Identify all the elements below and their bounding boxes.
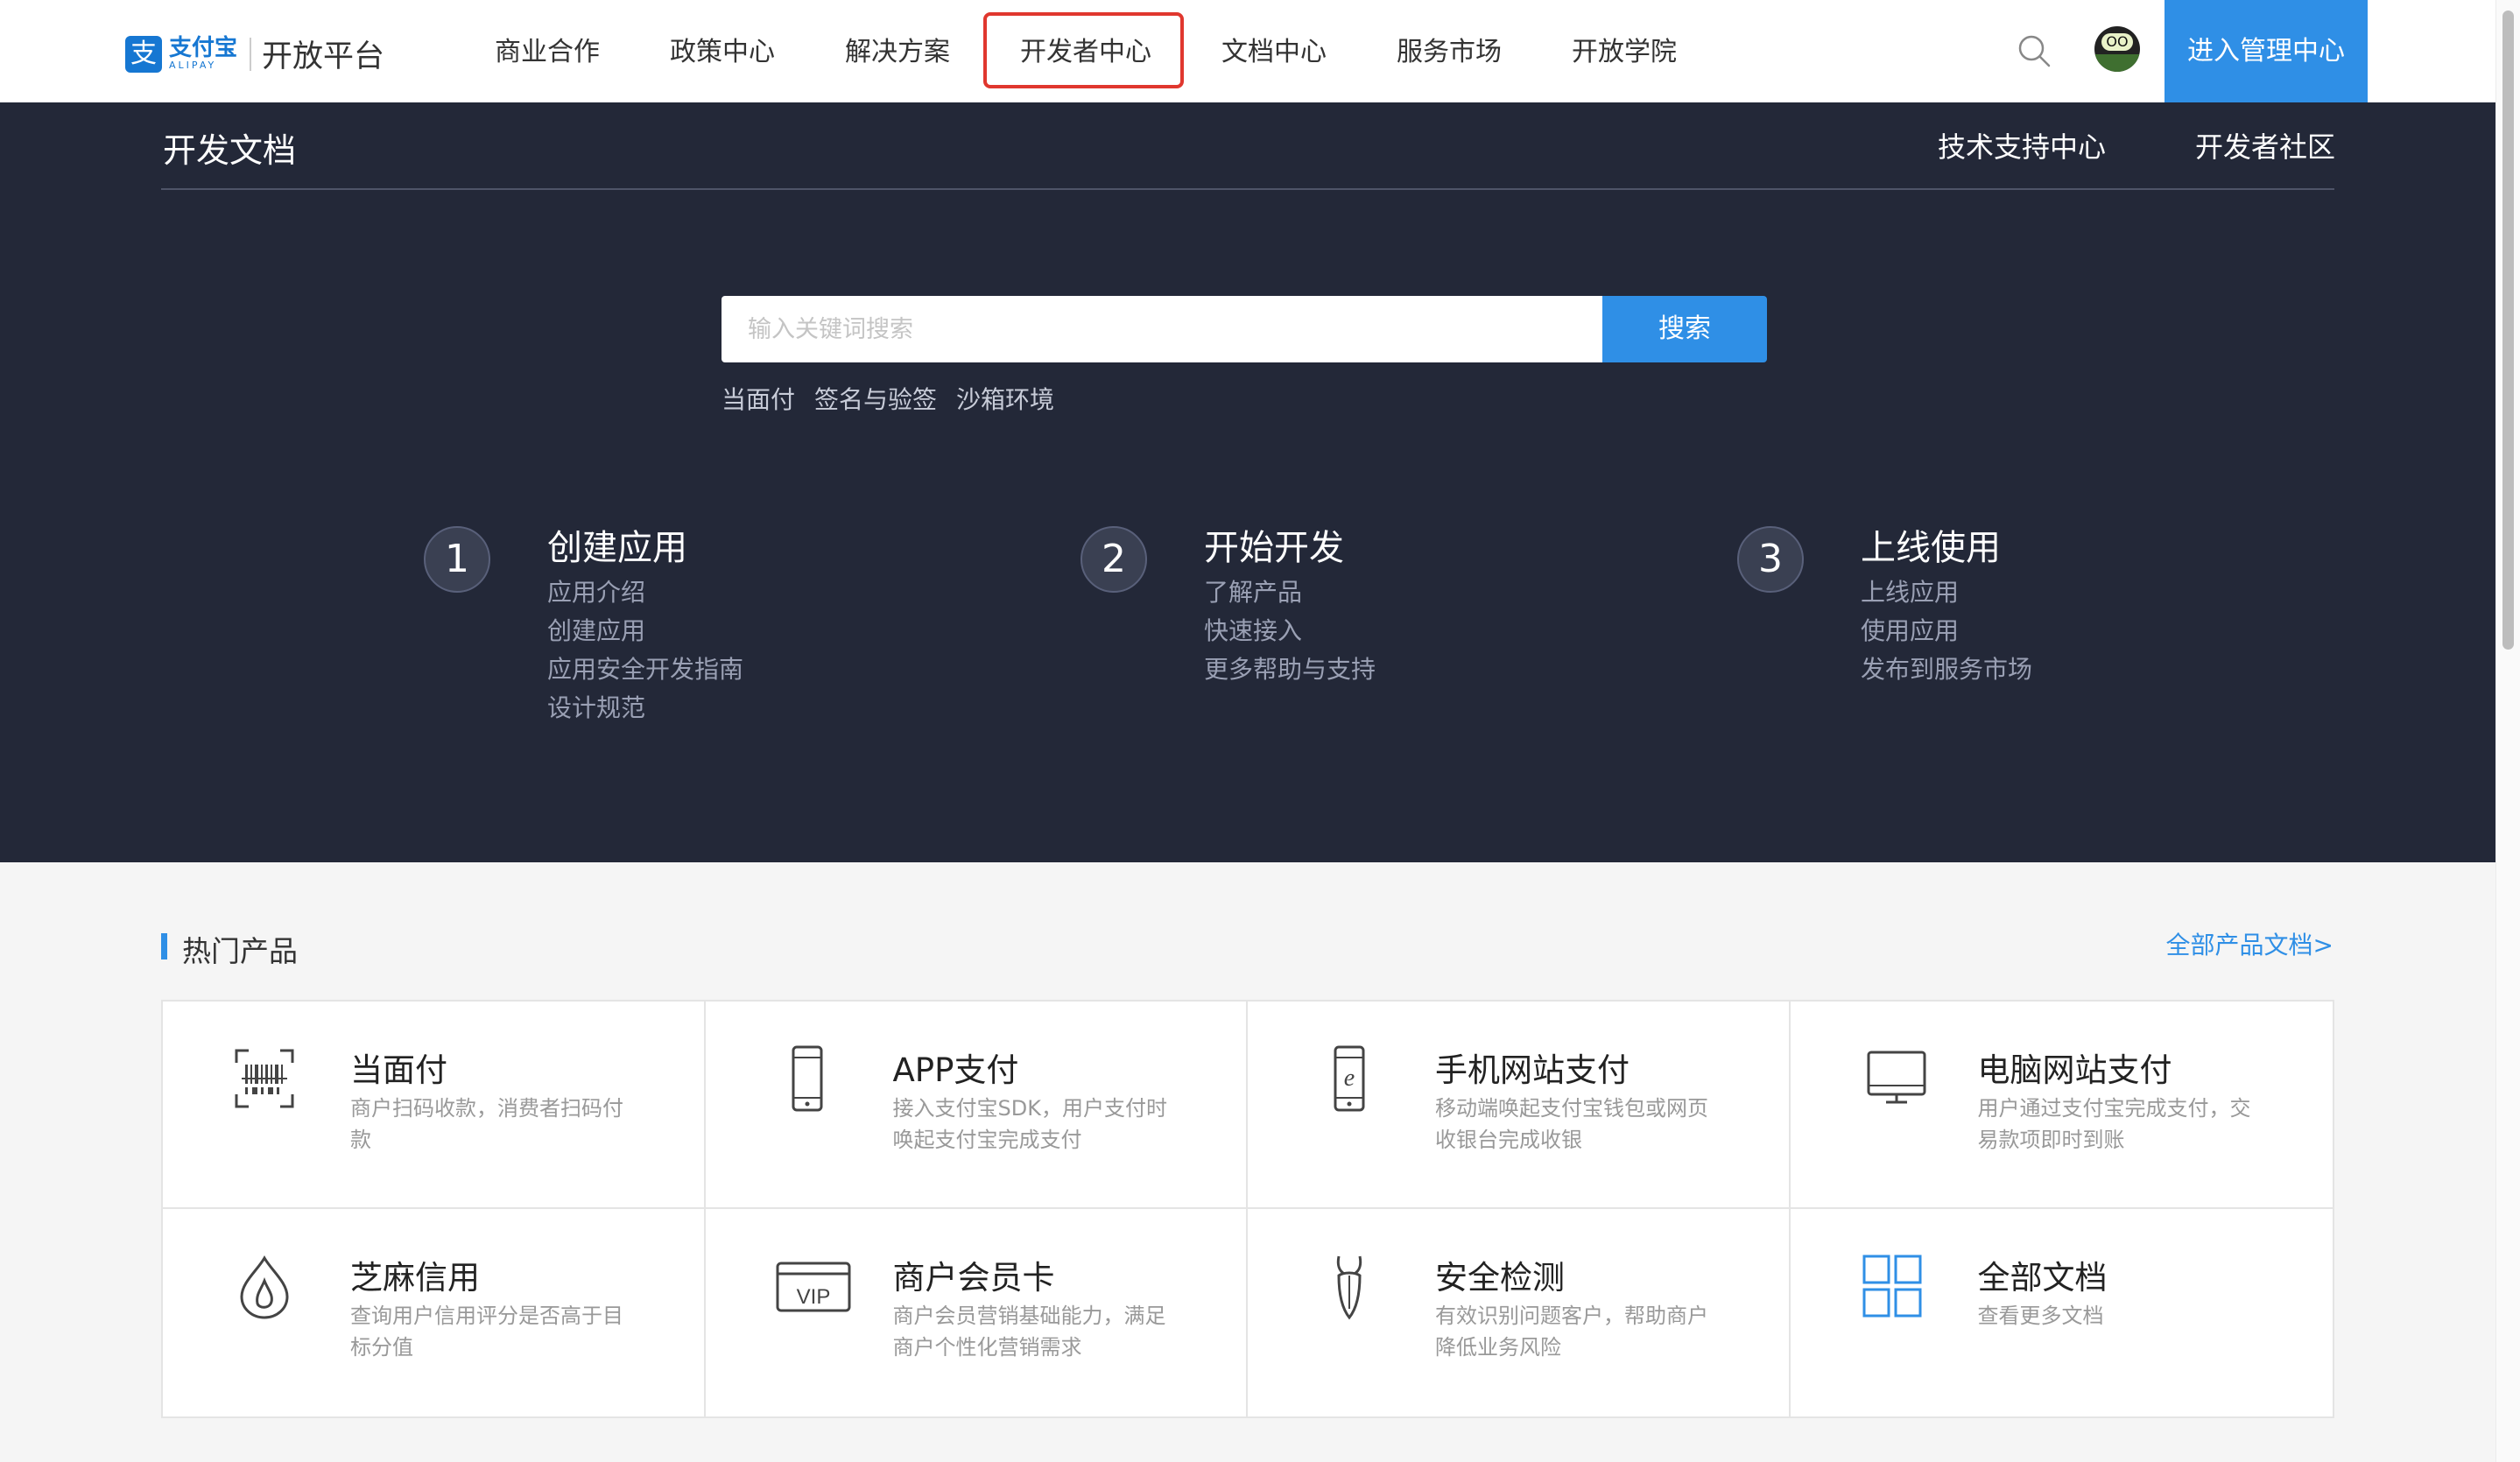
product-desc: 用户通过支付宝完成支付，交易款项即时到账	[1977, 1096, 2251, 1152]
nav-docs-center[interactable]: 文档中心	[1221, 30, 1327, 68]
search-icon[interactable]	[2017, 33, 2052, 68]
product-card-security-check[interactable]: 安全检测 有效识别问题客户，帮助商户降低业务风险	[1248, 1209, 1791, 1416]
product-card-app-pay[interactable]: APP支付 接入支付宝SDK，用户支付时唤起支付宝完成支付	[705, 1002, 1248, 1209]
nav-service-market[interactable]: 服务市场	[1397, 30, 1502, 68]
step-number: 1	[424, 526, 490, 593]
product-card-mobile-web-pay[interactable]: e 手机网站支付 移动端唤起支付宝钱包或网页收银台完成收银	[1248, 1002, 1791, 1209]
product-desc: 有效识别问题客户，帮助商户降低业务风险	[1435, 1304, 1708, 1360]
step-links: 应用介绍 创建应用 应用安全开发指南 设计规范	[547, 573, 743, 727]
user-avatar[interactable]: OO	[2094, 26, 2140, 72]
avatar-glyph: OO	[2101, 33, 2133, 51]
product-card-face-to-face[interactable]: 当面付 商户扫码收款，消费者扫码付款	[163, 1002, 706, 1209]
top-navbar: 支 支付宝 ALIPAY 开放平台 商业合作 政策中心 解决方案 开发者中心 文…	[0, 0, 2495, 102]
desktop-monitor-icon	[1867, 1051, 1925, 1104]
product-title: 当面付	[350, 1051, 447, 1089]
step-link[interactable]: 应用安全开发指南	[547, 650, 743, 689]
security-bug-icon	[1336, 1255, 1362, 1320]
tag-sandbox[interactable]: 沙箱环境	[956, 381, 1054, 416]
product-title: 手机网站支付	[1435, 1051, 1630, 1089]
step-link[interactable]: 更多帮助与支持	[1204, 650, 1376, 689]
product-title: 商户会员卡	[892, 1259, 1055, 1297]
all-product-docs-link[interactable]: 全部产品文档>	[2166, 926, 2333, 961]
docs-hero: 开发文档 技术支持中心 开发者社区 搜索 当面付 签名与验签 沙箱环境 1 创建…	[0, 102, 2495, 862]
nav-developer-center[interactable]: 开发者中心	[1020, 30, 1151, 68]
search-button[interactable]: 搜索	[1602, 296, 1767, 362]
product-desc: 接入支付宝SDK，用户支付时唤起支付宝完成支付	[892, 1096, 1167, 1152]
logo-divider	[250, 37, 252, 71]
step-title: 上线使用	[1861, 528, 2001, 568]
product-card-sesame-credit[interactable]: 芝麻信用 查询用户信用评分是否高于目标分值	[163, 1209, 706, 1416]
section-accent-bar	[161, 933, 167, 959]
nav-business[interactable]: 商业合作	[495, 30, 600, 68]
hero-divider	[161, 188, 2334, 190]
search-box	[722, 296, 1602, 362]
logo-mark-char: 支	[130, 38, 157, 69]
barcode-scan-icon	[235, 1049, 294, 1108]
nav-policy[interactable]: 政策中心	[670, 30, 775, 68]
page-title: 开发文档	[163, 131, 297, 170]
logo-en-text: ALIPAY	[169, 59, 217, 71]
step-number: 2	[1081, 526, 1147, 593]
nav-academy[interactable]: 开放学院	[1572, 30, 1677, 68]
step-link[interactable]: 使用应用	[1861, 612, 2032, 650]
step-link[interactable]: 设计规范	[547, 689, 743, 727]
product-card-member-card[interactable]: VIP 商户会员卡 商户会员营销基础能力，满足商户个性化营销需求	[706, 1209, 1248, 1416]
logo-wordmark: 支付宝 ALIPAY	[169, 37, 237, 72]
step-title: 创建应用	[547, 528, 687, 568]
tag-sign-verify[interactable]: 签名与验签	[814, 381, 937, 416]
vip-label: VIP	[796, 1285, 830, 1309]
logo-cn-text: 支付宝	[169, 34, 238, 61]
enter-admin-button[interactable]: 进入管理中心	[2165, 0, 2368, 102]
product-title: 全部文档	[1977, 1259, 2108, 1297]
page-scrollbar-thumb[interactable]	[2502, 11, 2514, 650]
alipay-logo-mark: 支	[125, 35, 162, 73]
vip-card-icon: VIP	[776, 1262, 850, 1312]
product-grid: 当面付 商户扫码收款，消费者扫码付款 APP支付 接入支付宝SDK，用户支付时唤…	[161, 1000, 2334, 1418]
mobile-phone-icon	[792, 1045, 822, 1112]
step-title: 开始开发	[1204, 528, 1344, 568]
step-link[interactable]: 发布到服务市场	[1861, 650, 2032, 689]
step-link[interactable]: 上线应用	[1861, 573, 2032, 612]
step-links: 了解产品 快速接入 更多帮助与支持	[1204, 573, 1376, 689]
mobile-browser-icon: e	[1334, 1045, 1365, 1112]
hot-search-tags: 当面付 签名与验签 沙箱环境	[722, 381, 1054, 416]
tag-face-to-face[interactable]: 当面付	[722, 381, 795, 416]
nav-solutions[interactable]: 解决方案	[845, 30, 950, 68]
hot-products-title: 热门产品	[182, 934, 298, 968]
sesame-drop-icon	[240, 1255, 289, 1319]
product-desc: 查询用户信用评分是否高于目标分值	[350, 1304, 623, 1360]
product-desc: 商户扫码收款，消费者扫码付款	[350, 1096, 623, 1152]
step-link[interactable]: 应用介绍	[547, 573, 743, 612]
product-title: 电脑网站支付	[1977, 1051, 2172, 1089]
ie-glyph: e	[1344, 1065, 1355, 1092]
product-title: APP支付	[892, 1051, 1019, 1089]
step-link[interactable]: 了解产品	[1204, 573, 1376, 612]
product-card-all-docs[interactable]: 全部文档 查看更多文档	[1791, 1209, 2333, 1416]
tech-support-link[interactable]: 技术支持中心	[1938, 125, 2106, 165]
grid-docs-icon	[1862, 1255, 1921, 1318]
step-link[interactable]: 创建应用	[547, 612, 743, 650]
product-card-pc-web-pay[interactable]: 电脑网站支付 用户通过支付宝完成支付，交易款项即时到账	[1790, 1002, 2333, 1209]
step-links: 上线应用 使用应用 发布到服务市场	[1861, 573, 2032, 689]
step-number: 3	[1737, 526, 1804, 593]
product-desc: 移动端唤起支付宝钱包或网页收银台完成收银	[1435, 1096, 1708, 1152]
step-link[interactable]: 快速接入	[1204, 612, 1376, 650]
product-title: 安全检测	[1435, 1259, 1565, 1297]
product-desc: 查看更多文档	[1977, 1304, 2104, 1328]
developer-community-link[interactable]: 开发者社区	[2195, 125, 2335, 165]
search-input[interactable]	[722, 296, 1602, 362]
platform-name: 开放平台	[262, 39, 385, 74]
product-desc: 商户会员营销基础能力，满足商户个性化营销需求	[892, 1304, 1166, 1360]
alipay-logo[interactable]: 支 支付宝 ALIPAY 开放平台	[125, 32, 384, 76]
product-title: 芝麻信用	[350, 1259, 480, 1297]
